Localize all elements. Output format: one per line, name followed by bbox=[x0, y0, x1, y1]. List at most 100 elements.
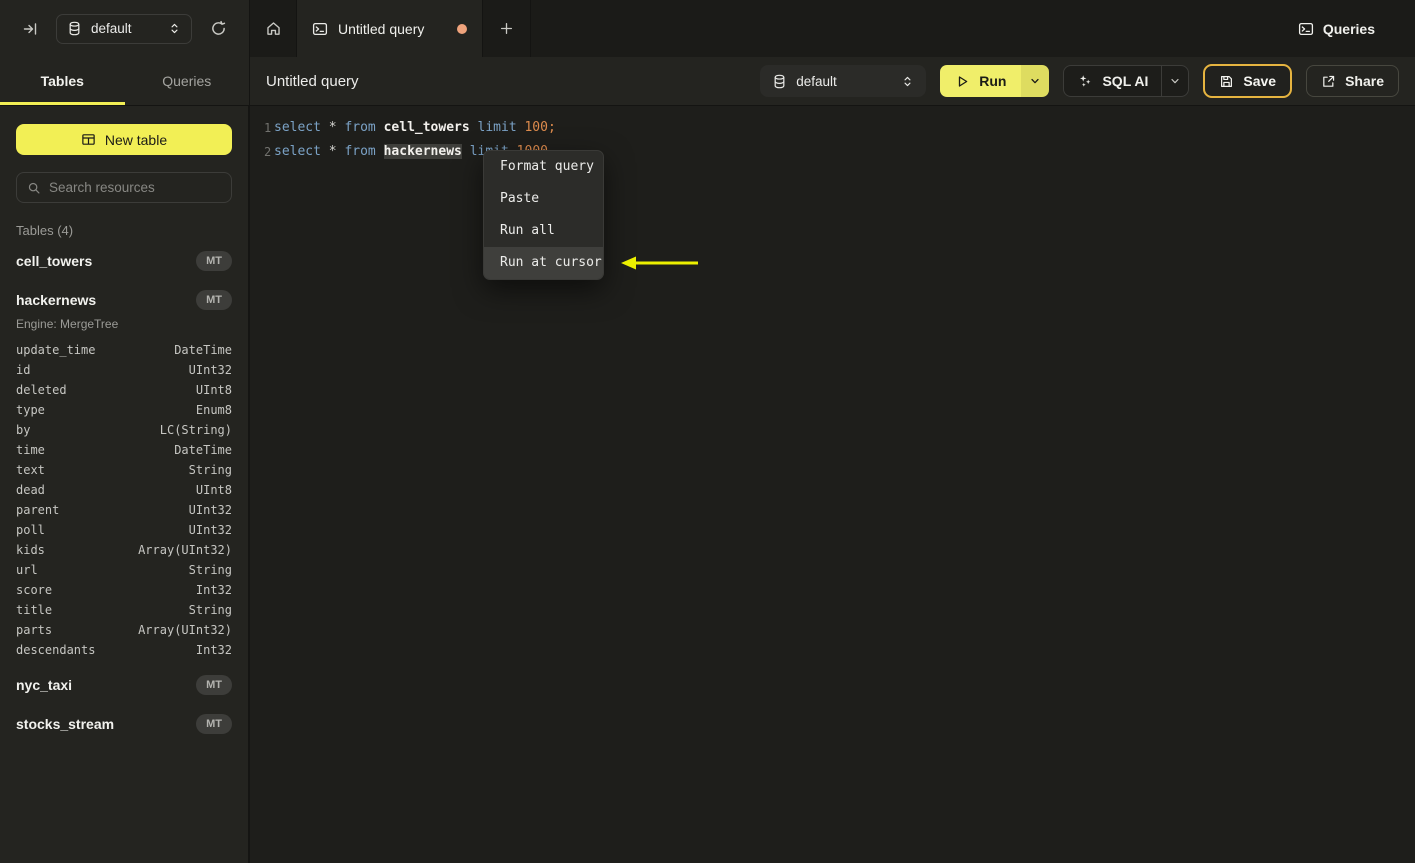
column-name: id bbox=[16, 363, 31, 377]
sql-ai-options-button[interactable] bbox=[1161, 66, 1188, 96]
share-icon bbox=[1321, 74, 1336, 89]
code-token: from bbox=[344, 144, 376, 159]
run-button[interactable]: Run bbox=[940, 65, 1022, 97]
unsaved-dot bbox=[457, 23, 467, 34]
column-name: title bbox=[16, 603, 53, 617]
engine-badge: MT bbox=[196, 289, 232, 310]
table-row[interactable]: stocks_stream MT bbox=[16, 707, 232, 740]
sidebar-tabs: Tables Queries bbox=[0, 57, 250, 105]
collapse-right-icon bbox=[22, 21, 38, 37]
code-line: 1 select * from cell_towers limit 100; bbox=[250, 116, 1415, 140]
sidebar-tab-queries[interactable]: Queries bbox=[125, 57, 250, 105]
refresh-button[interactable] bbox=[210, 20, 227, 37]
run-split-button: Run bbox=[940, 65, 1050, 97]
column-type: String bbox=[188, 563, 232, 577]
column-type: UInt8 bbox=[195, 383, 232, 397]
top-bar-left: default bbox=[0, 0, 250, 57]
column-row: parent UInt32 bbox=[16, 500, 232, 520]
search-icon bbox=[27, 181, 41, 195]
tables-section-label: Tables (4) bbox=[16, 223, 74, 238]
new-tab-button[interactable] bbox=[483, 0, 531, 57]
column-type: String bbox=[188, 603, 232, 617]
column-row: id UInt32 bbox=[16, 360, 232, 380]
menu-item-run-at-cursor[interactable]: Run at cursor bbox=[484, 247, 603, 279]
table-row[interactable]: cell_towers MT bbox=[16, 244, 232, 277]
sql-ai-label: SQL AI bbox=[1102, 73, 1149, 89]
tab-strip: Untitled query Queries bbox=[250, 0, 1415, 57]
code-text: select * from cell_towers limit 100; bbox=[274, 116, 556, 140]
run-options-button[interactable] bbox=[1021, 65, 1050, 97]
column-name: parts bbox=[16, 623, 53, 637]
engine-badge: MT bbox=[196, 713, 232, 734]
column-type: Array(UInt32) bbox=[138, 623, 232, 637]
sql-editor[interactable]: 1 select * from cell_towers limit 100; 2 se… bbox=[250, 106, 1415, 863]
chevron-down-icon bbox=[1029, 75, 1041, 87]
column-row: score Int32 bbox=[16, 580, 232, 600]
columns-list: update_time DateTime id UInt32 deleted UInt8 t… bbox=[16, 340, 232, 660]
column-row: poll UInt32 bbox=[16, 520, 232, 540]
line-number: 2 bbox=[264, 145, 272, 159]
code-token: from bbox=[344, 120, 376, 135]
table-row[interactable]: nyc_taxi MT bbox=[16, 668, 232, 701]
column-name: deleted bbox=[16, 383, 67, 397]
tab-untitled-query[interactable]: Untitled query bbox=[296, 0, 483, 57]
table-name: nyc_taxi bbox=[16, 676, 73, 693]
column-type: Int32 bbox=[195, 583, 232, 597]
column-row: deleted UInt8 bbox=[16, 380, 232, 400]
sidebar: New table Tables (4) cell_towersMThacker… bbox=[0, 106, 250, 863]
new-table-button[interactable]: New table bbox=[16, 124, 232, 155]
refresh-icon bbox=[210, 20, 227, 37]
run-button-label: Run bbox=[979, 73, 1007, 89]
code-token: 100; bbox=[524, 120, 556, 135]
column-type: Int32 bbox=[195, 643, 232, 657]
column-row: time DateTime bbox=[16, 440, 232, 460]
table-name: stocks_stream bbox=[16, 715, 115, 732]
queries-button[interactable]: Queries bbox=[1298, 21, 1375, 37]
menu-item-format-query[interactable]: Format query bbox=[484, 151, 603, 183]
code-token: select bbox=[274, 120, 321, 135]
queries-button-label: Queries bbox=[1322, 20, 1375, 37]
sidebar-tab-tables[interactable]: Tables bbox=[0, 57, 125, 105]
collapse-sidebar-button[interactable] bbox=[22, 21, 38, 37]
share-button[interactable]: Share bbox=[1306, 65, 1399, 97]
column-row: descendants Int32 bbox=[16, 640, 232, 660]
database-select-topbar[interactable]: default bbox=[56, 13, 192, 44]
column-row: kids Array(UInt32) bbox=[16, 540, 232, 560]
column-type: UInt32 bbox=[188, 363, 232, 377]
tables-list: cell_towers MT hackernews MT Engine: MergeTr… bbox=[16, 244, 232, 740]
line-number: 1 bbox=[264, 121, 272, 135]
code-line: 2select * from hackernews limit 1000 bbox=[250, 140, 1415, 164]
sub-bar: Tables Queries Untitled query default Ru… bbox=[0, 57, 1415, 106]
active-tab-underline bbox=[0, 102, 125, 105]
home-icon bbox=[265, 20, 282, 37]
database-select-toolbar[interactable]: default bbox=[760, 65, 927, 97]
table-name: cell_towers bbox=[16, 252, 93, 269]
column-row: url String bbox=[16, 560, 232, 580]
search-input[interactable] bbox=[49, 180, 226, 195]
column-row: title String bbox=[16, 600, 232, 620]
updown-chevron-icon bbox=[901, 75, 914, 88]
editor-context-menu: Format query Paste Run all Run at cursor bbox=[483, 150, 604, 280]
save-icon bbox=[1219, 74, 1234, 89]
column-type: Enum8 bbox=[195, 403, 232, 417]
home-button[interactable] bbox=[250, 0, 296, 57]
sql-console-app: default Untitled query Queries Tables Qu… bbox=[0, 0, 1415, 863]
database-select-value: default bbox=[91, 21, 132, 36]
menu-item-paste[interactable]: Paste bbox=[484, 183, 603, 215]
code-token: * bbox=[328, 120, 337, 135]
table-row[interactable]: hackernews MT bbox=[16, 283, 232, 316]
table-engine-label: Engine: MergeTree bbox=[16, 317, 119, 331]
column-name: descendants bbox=[16, 643, 96, 657]
column-type: LC(String) bbox=[159, 423, 232, 437]
code-token: * bbox=[328, 144, 337, 159]
table-name: hackernews bbox=[16, 291, 97, 308]
save-button[interactable]: Save bbox=[1203, 64, 1293, 98]
menu-item-run-all[interactable]: Run all bbox=[484, 215, 603, 247]
column-row: by LC(String) bbox=[16, 420, 232, 440]
sql-ai-button[interactable]: SQL AI bbox=[1064, 66, 1161, 96]
column-name: time bbox=[16, 443, 45, 457]
code-lines: 1 select * from cell_towers limit 100; 2 se… bbox=[250, 116, 1415, 164]
top-bar: default Untitled query Queries bbox=[0, 0, 1415, 57]
